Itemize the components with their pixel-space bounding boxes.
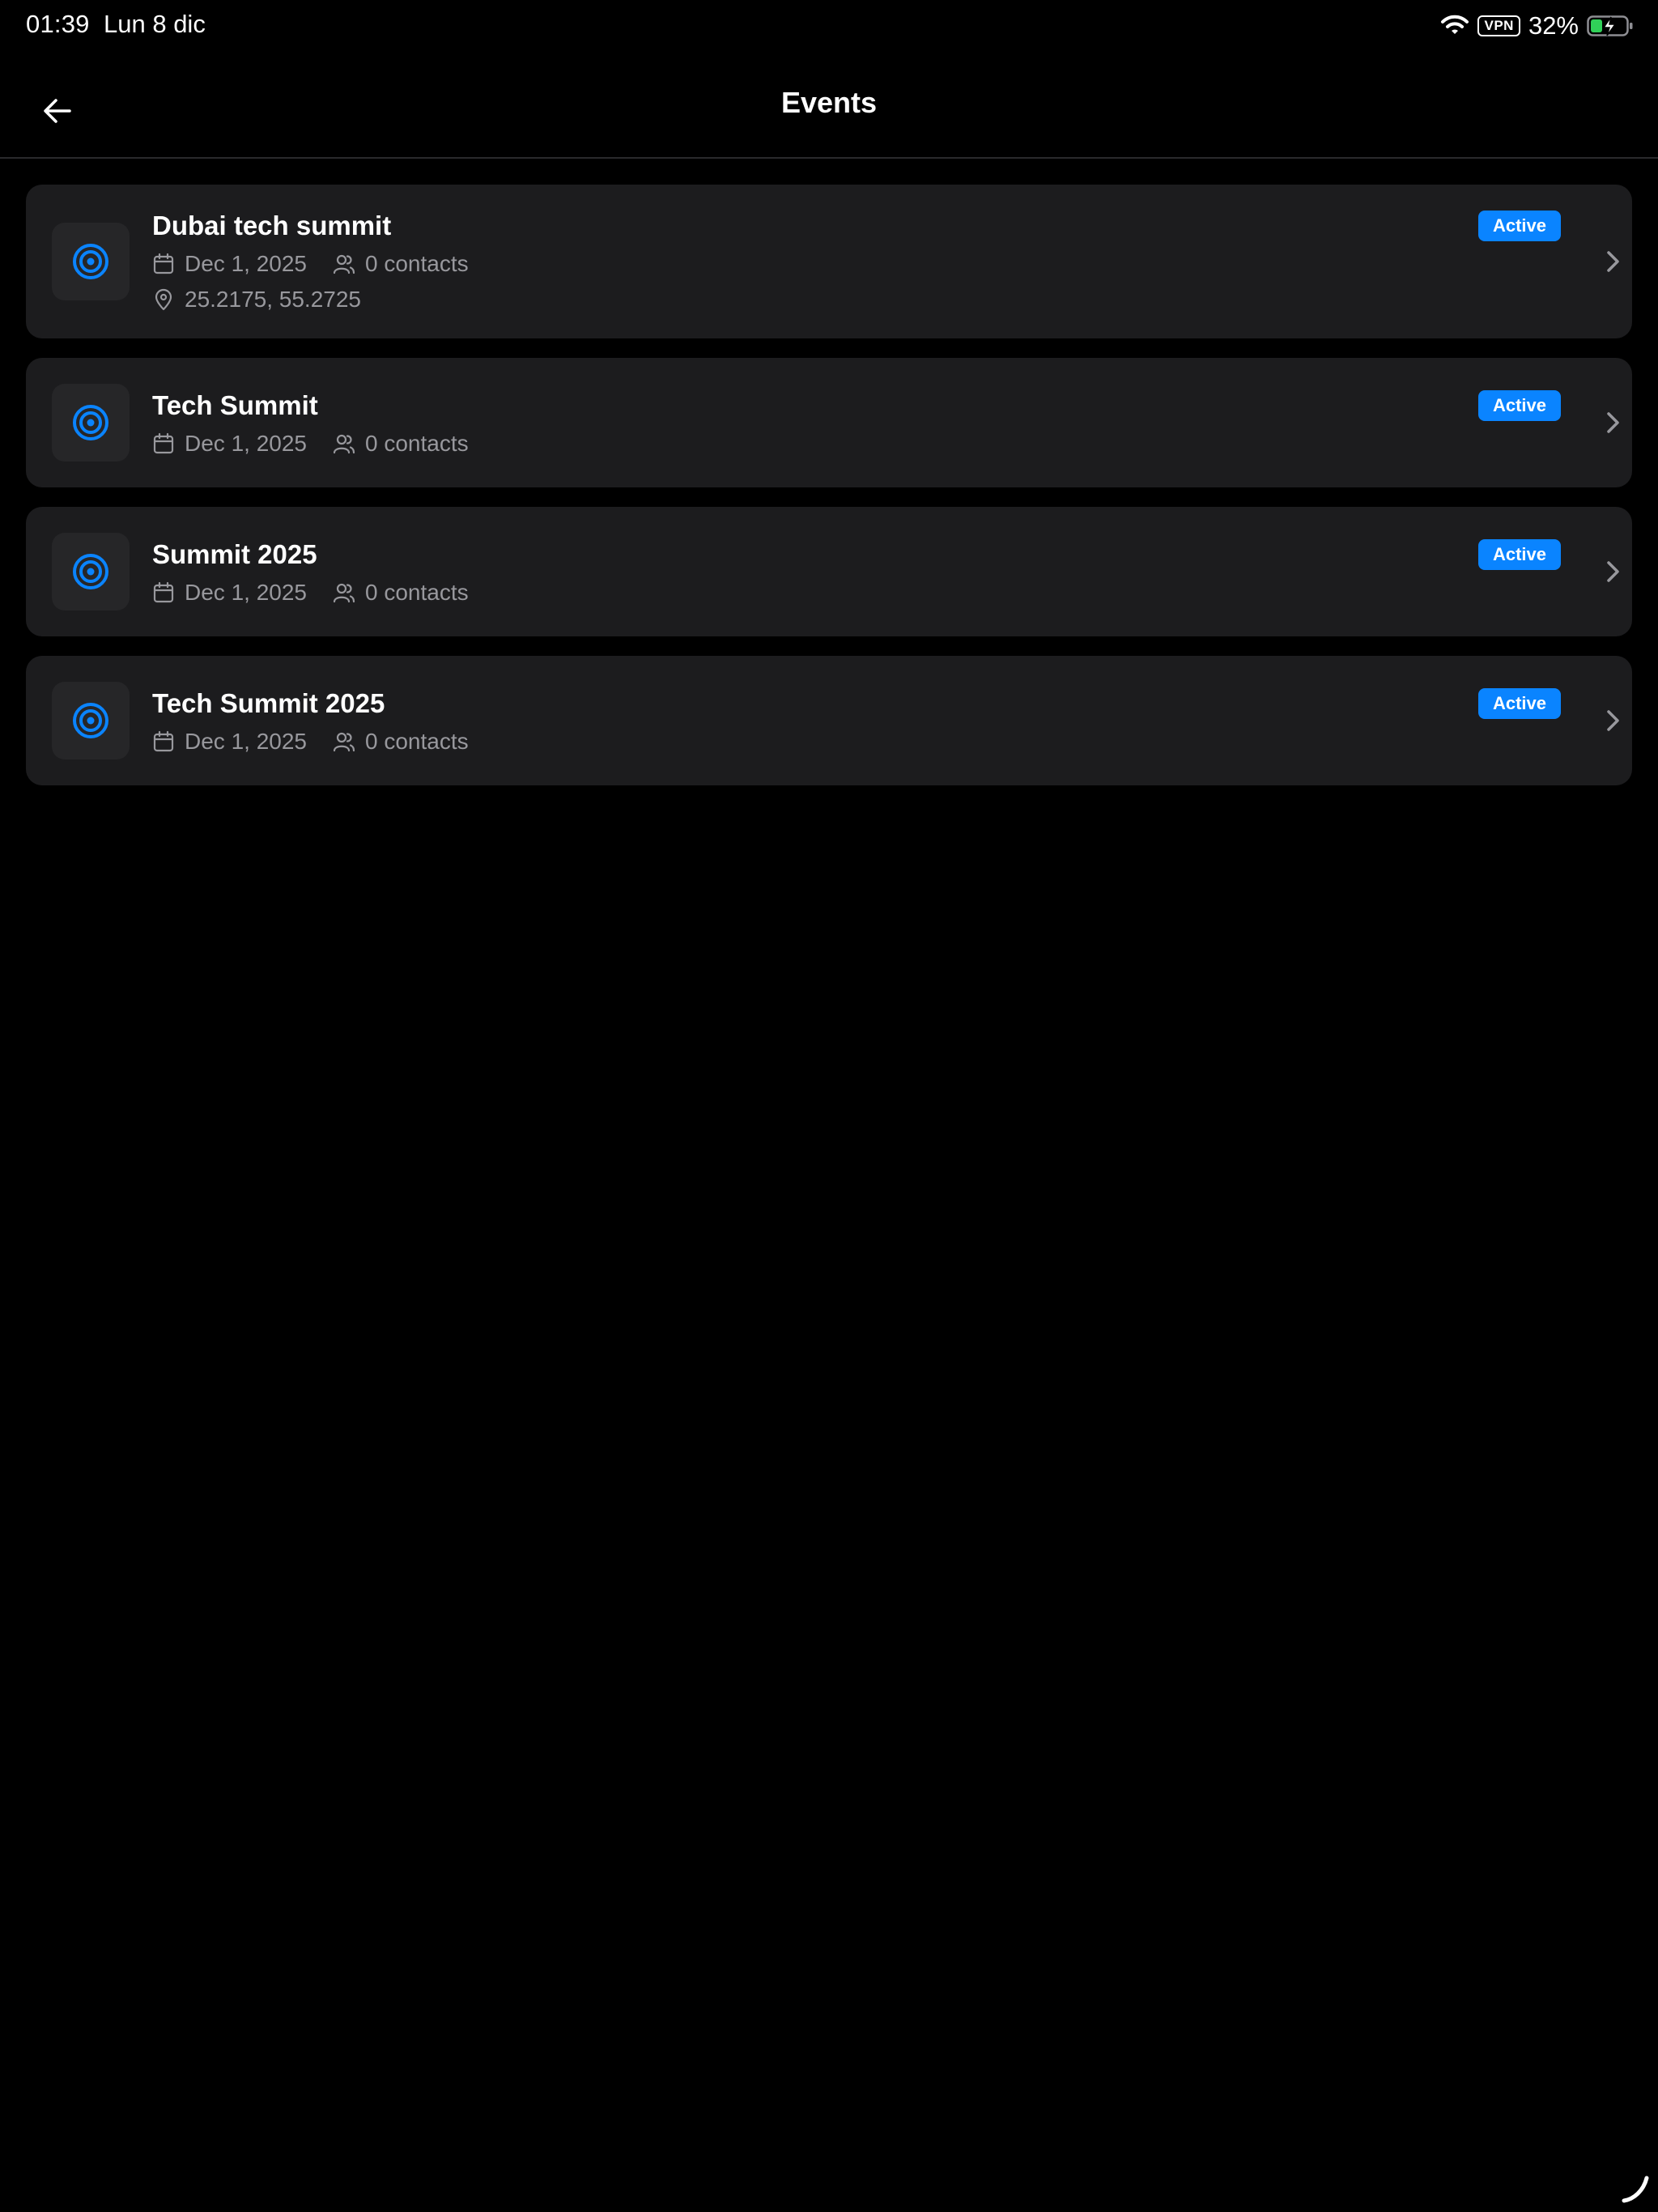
resize-corner-icon: [1622, 2176, 1649, 2203]
event-meta: Dec 1, 2025 0 contacts: [152, 429, 469, 458]
nav-bar: Events: [0, 52, 1658, 159]
event-icon-box: [52, 533, 130, 610]
users-icon: [333, 732, 355, 752]
event-icon-box: [52, 682, 130, 759]
status-badge: Active: [1478, 688, 1561, 719]
event-meta: Dec 1, 2025 0 contacts: [152, 578, 469, 607]
target-icon: [73, 405, 108, 440]
vpn-badge: VPN: [1477, 15, 1520, 36]
calendar-icon: [153, 730, 174, 752]
event-card[interactable]: Tech Summit 2025 Dec 1, 2025 0 contacts …: [26, 656, 1632, 785]
event-meta: Dec 1, 2025 0 contacts: [152, 727, 469, 756]
event-date: Dec 1, 2025: [185, 431, 307, 456]
status-date: Lun 8 dic: [104, 10, 206, 38]
event-date: Dec 1, 2025: [185, 580, 307, 605]
calendar-icon: [153, 253, 174, 274]
chevron-right-icon: [1607, 251, 1619, 272]
page-title: Events: [780, 86, 878, 119]
wifi-icon: [1441, 15, 1469, 34]
users-icon: [333, 434, 355, 454]
users-icon: [333, 254, 355, 274]
event-contacts: 0 contacts: [365, 729, 469, 754]
chevron-right-icon: [1607, 561, 1619, 582]
chevron-right-icon: [1607, 710, 1619, 731]
event-contacts: 0 contacts: [365, 580, 469, 605]
status-badge: Active: [1478, 390, 1561, 421]
event-title: Tech Summit 2025: [152, 688, 385, 718]
event-icon-box: [52, 384, 130, 462]
event-contacts: 0 contacts: [365, 431, 469, 456]
map-pin-icon: [155, 288, 172, 311]
battery-percent: 32%: [1528, 11, 1579, 40]
event-location-row: 25.2175, 55.2725: [152, 285, 361, 314]
event-title: Summit 2025: [152, 539, 317, 569]
event-card[interactable]: Summit 2025 Dec 1, 2025 0 contacts Activ…: [26, 507, 1632, 636]
status-badge: Active: [1478, 539, 1561, 570]
battery-charging-icon: [1587, 15, 1633, 36]
status-bar: 01:39 Lun 8 dic VPN 32%: [0, 0, 1658, 52]
calendar-icon: [153, 432, 174, 454]
calendar-icon: [153, 581, 174, 603]
event-date: Dec 1, 2025: [185, 251, 307, 276]
target-icon: [73, 244, 108, 279]
users-icon: [333, 583, 355, 603]
target-icon: [73, 703, 108, 738]
event-contacts: 0 contacts: [365, 251, 469, 276]
event-title: Tech Summit: [152, 390, 318, 420]
chevron-right-icon: [1607, 412, 1619, 433]
event-location: 25.2175, 55.2725: [185, 287, 361, 312]
status-time: 01:39: [26, 10, 90, 38]
event-icon-box: [52, 223, 130, 300]
event-title: Dubai tech summit: [152, 211, 392, 240]
event-card[interactable]: Tech Summit Dec 1, 2025 0 contacts Activ…: [26, 358, 1632, 487]
event-date: Dec 1, 2025: [185, 729, 307, 754]
status-indicators: VPN 32%: [1440, 11, 1634, 40]
event-card[interactable]: Dubai tech summit Dec 1, 2025 0 contacts…: [26, 185, 1632, 338]
status-badge: Active: [1478, 211, 1561, 241]
target-icon: [73, 554, 108, 589]
event-meta: Dec 1, 2025 0 contacts: [152, 249, 469, 279]
